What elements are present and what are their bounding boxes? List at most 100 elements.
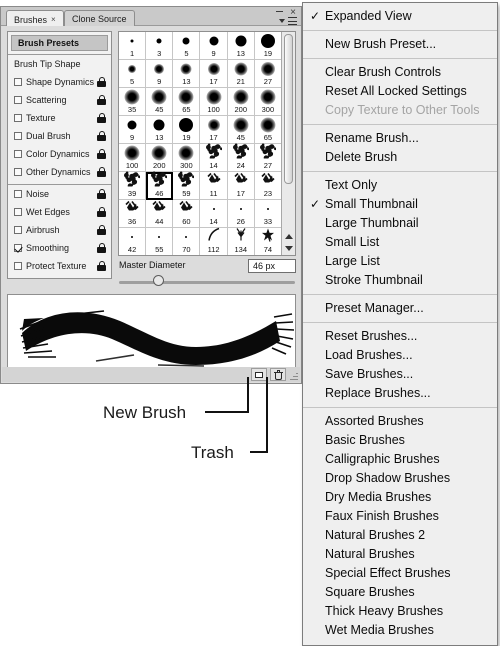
brush-option-scattering[interactable]: Scattering xyxy=(8,91,111,109)
menu-item-delete-brush[interactable]: Delete Brush xyxy=(303,148,497,167)
lock-icon[interactable] xyxy=(97,225,106,235)
brush-preset-cell[interactable]: 9 xyxy=(200,32,228,60)
menu-item-thick-heavy-brushes[interactable]: Thick Heavy Brushes xyxy=(303,602,497,621)
brush-preset-cell[interactable]: 70 xyxy=(173,228,201,255)
lock-icon[interactable] xyxy=(97,261,106,271)
menu-item-square-brushes[interactable]: Square Brushes xyxy=(303,583,497,602)
brush-grid-scrollbar[interactable] xyxy=(281,32,295,255)
brush-preset-cell[interactable]: 19 xyxy=(173,116,201,144)
brush-preset-cell[interactable]: 11 xyxy=(200,172,228,200)
brush-preset-cell[interactable]: 46 xyxy=(146,171,174,200)
lock-icon[interactable] xyxy=(97,149,106,159)
new-brush-button[interactable] xyxy=(251,368,267,381)
brush-preset-cell[interactable]: 45 xyxy=(227,116,255,144)
brush-preset-cell[interactable]: 59 xyxy=(173,171,201,200)
lock-icon[interactable] xyxy=(97,207,106,217)
brush-preset-cell[interactable]: 200 xyxy=(227,88,255,116)
menu-item-preset-manager[interactable]: Preset Manager... xyxy=(303,299,497,318)
lock-icon[interactable] xyxy=(97,77,106,87)
tab-brushes[interactable]: Brushes × xyxy=(6,10,64,26)
brush-preset-cell[interactable]: 27 xyxy=(254,143,282,172)
menu-item-replace-brushes[interactable]: Replace Brushes... xyxy=(303,384,497,403)
menu-item-reset-all-locked-settings[interactable]: Reset All Locked Settings xyxy=(303,82,497,101)
brush-preset-cell[interactable]: 21 xyxy=(227,60,255,88)
checkbox-wet-edges[interactable] xyxy=(14,208,22,216)
brush-preset-cell[interactable]: 100 xyxy=(119,144,147,172)
brush-preset-cell[interactable]: 19 xyxy=(254,32,282,60)
menu-item-calligraphic-brushes[interactable]: Calligraphic Brushes xyxy=(303,450,497,469)
brush-preset-cell[interactable]: 14 xyxy=(200,143,228,172)
lock-icon[interactable] xyxy=(97,167,106,177)
lock-icon[interactable] xyxy=(97,243,106,253)
brush-preset-cell[interactable]: 39 xyxy=(119,171,147,200)
brush-option-color-dynamics[interactable]: Color Dynamics xyxy=(8,145,111,163)
brush-preset-cell[interactable]: 5 xyxy=(119,60,147,88)
checkbox-airbrush[interactable] xyxy=(14,226,22,234)
checkbox-color-dynamics[interactable] xyxy=(14,150,22,158)
menu-item-wet-media-brushes[interactable]: Wet Media Brushes xyxy=(303,621,497,640)
brush-preset-cell[interactable]: 42 xyxy=(119,228,147,255)
menu-item-reset-brushes[interactable]: Reset Brushes... xyxy=(303,327,497,346)
scroll-up-arrow-icon[interactable] xyxy=(285,234,293,239)
brush-preset-cell[interactable]: 23 xyxy=(254,172,282,200)
menu-item-large-list[interactable]: Large List xyxy=(303,252,497,271)
trash-button[interactable] xyxy=(270,368,286,381)
brush-option-wet-edges[interactable]: Wet Edges xyxy=(8,203,111,221)
brush-preset-cell[interactable]: 3 xyxy=(146,32,174,60)
brush-preset-cell[interactable]: 200 xyxy=(146,144,174,172)
brush-presets-row[interactable]: Brush Presets xyxy=(11,35,108,51)
lock-icon[interactable] xyxy=(97,189,106,199)
brush-preset-cell[interactable]: 55 xyxy=(146,228,174,255)
menu-item-text-only[interactable]: Text Only xyxy=(303,176,497,195)
brush-option-other-dynamics[interactable]: Other Dynamics xyxy=(8,163,111,181)
minimize-icon[interactable] xyxy=(276,11,283,12)
menu-item-faux-finish-brushes[interactable]: Faux Finish Brushes xyxy=(303,507,497,526)
brush-option-texture[interactable]: Texture xyxy=(8,109,111,127)
menu-item-large-thumbnail[interactable]: Large Thumbnail xyxy=(303,214,497,233)
menu-item-small-list[interactable]: Small List xyxy=(303,233,497,252)
tab-close-icon[interactable]: × xyxy=(51,13,56,26)
checkbox-texture[interactable] xyxy=(14,114,22,122)
scrollbar-thumb[interactable] xyxy=(284,34,293,184)
brush-preset-cell[interactable]: 65 xyxy=(173,88,201,116)
brush-preset-cell[interactable]: 60 xyxy=(173,200,201,228)
menu-item-load-brushes[interactable]: Load Brushes... xyxy=(303,346,497,365)
resize-grip[interactable] xyxy=(290,372,298,380)
panel-menu-icon[interactable] xyxy=(279,17,297,27)
brush-preset-cell[interactable]: 13 xyxy=(146,116,174,144)
tab-clone-source[interactable]: Clone Source xyxy=(64,10,135,26)
brush-preset-cell[interactable]: 24 xyxy=(227,143,255,172)
menu-item-expanded-view[interactable]: ✓ Expanded View xyxy=(303,7,497,26)
brush-preset-cell[interactable]: 1 xyxy=(119,32,147,60)
brush-preset-cell[interactable]: 27 xyxy=(254,60,282,88)
brush-preset-cell[interactable]: 13 xyxy=(227,32,255,60)
checkbox-scattering[interactable] xyxy=(14,96,22,104)
brush-preset-cell[interactable]: 300 xyxy=(254,88,282,116)
scroll-down-arrow-icon[interactable] xyxy=(285,246,293,251)
menu-item-new-brush-preset[interactable]: New Brush Preset... xyxy=(303,35,497,54)
brush-preset-cell[interactable]: 65 xyxy=(254,116,282,144)
brush-preset-cell[interactable]: 26 xyxy=(227,200,255,228)
brush-preset-cell[interactable]: 9 xyxy=(146,60,174,88)
brush-preset-cell[interactable]: 112 xyxy=(200,227,228,255)
brush-preset-cell[interactable]: 35 xyxy=(119,88,147,116)
menu-item-natural-brushes-2[interactable]: Natural Brushes 2 xyxy=(303,526,497,545)
menu-item-dry-media-brushes[interactable]: Dry Media Brushes xyxy=(303,488,497,507)
brush-preset-cell[interactable]: 300 xyxy=(173,144,201,172)
brush-preset-cell[interactable]: 100 xyxy=(200,88,228,116)
brush-preset-cell[interactable]: 17 xyxy=(200,116,228,144)
menu-item-special-effect-brushes[interactable]: Special Effect Brushes xyxy=(303,564,497,583)
master-diameter-slider-track[interactable] xyxy=(119,281,295,284)
brush-preset-cell[interactable]: 17 xyxy=(200,60,228,88)
checkbox-smoothing[interactable] xyxy=(14,244,22,252)
menu-item-assorted-brushes[interactable]: Assorted Brushes xyxy=(303,412,497,431)
menu-item-small-thumbnail[interactable]: ✓ Small Thumbnail xyxy=(303,195,497,214)
checkbox-other-dynamics[interactable] xyxy=(14,168,22,176)
brush-option-airbrush[interactable]: Airbrush xyxy=(8,221,111,239)
brush-preset-cell[interactable]: 5 xyxy=(173,32,201,60)
master-diameter-slider-thumb[interactable] xyxy=(153,275,164,286)
brush-option-noise[interactable]: Noise xyxy=(8,185,111,203)
menu-item-rename-brush[interactable]: Rename Brush... xyxy=(303,129,497,148)
brush-preset-cell[interactable]: 134 xyxy=(227,228,255,255)
menu-item-clear-brush-controls[interactable]: Clear Brush Controls xyxy=(303,63,497,82)
